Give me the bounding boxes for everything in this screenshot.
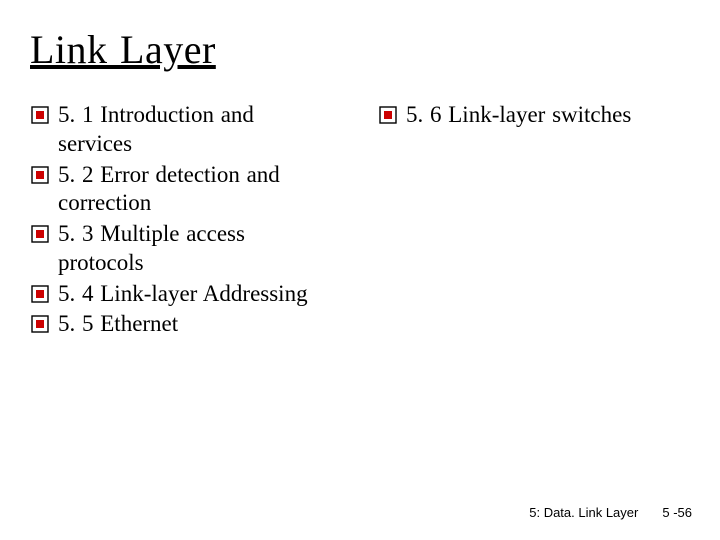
list-item-text: 5. 1 Introduction and services: [58, 101, 330, 159]
list-item: 5. 2 Error detection and correction: [30, 161, 330, 219]
list-item: 5. 5 Ethernet: [30, 310, 330, 339]
bullet-icon: [30, 165, 50, 185]
list-item: 5. 3 Multiple access protocols: [30, 220, 330, 278]
footer: 5: Data. Link Layer 5 -56: [529, 505, 692, 520]
bullet-icon: [30, 224, 50, 244]
bullet-icon: [30, 314, 50, 334]
list-item: 5. 4 Link-layer Addressing: [30, 280, 330, 309]
list-item-text: 5. 4 Link-layer Addressing: [58, 280, 308, 309]
list-item-text: 5. 5 Ethernet: [58, 310, 178, 339]
bullet-icon: [30, 284, 50, 304]
footer-page: 5 -56: [662, 505, 692, 520]
left-column: 5. 1 Introduction and services 5. 2 Erro…: [30, 101, 330, 341]
bullet-icon: [30, 105, 50, 125]
footer-section: 5: Data. Link Layer: [529, 505, 638, 520]
bullet-icon: [378, 105, 398, 125]
list-item-text: 5. 6 Link-layer switches: [406, 101, 631, 130]
page-title: Link Layer: [30, 26, 690, 73]
list-item: 5. 1 Introduction and services: [30, 101, 330, 159]
list-item-text: 5. 3 Multiple access protocols: [58, 220, 330, 278]
content-columns: 5. 1 Introduction and services 5. 2 Erro…: [30, 101, 690, 341]
list-item-text: 5. 2 Error detection and correction: [58, 161, 330, 219]
right-column: 5. 6 Link-layer switches: [378, 101, 678, 341]
list-item: 5. 6 Link-layer switches: [378, 101, 678, 130]
